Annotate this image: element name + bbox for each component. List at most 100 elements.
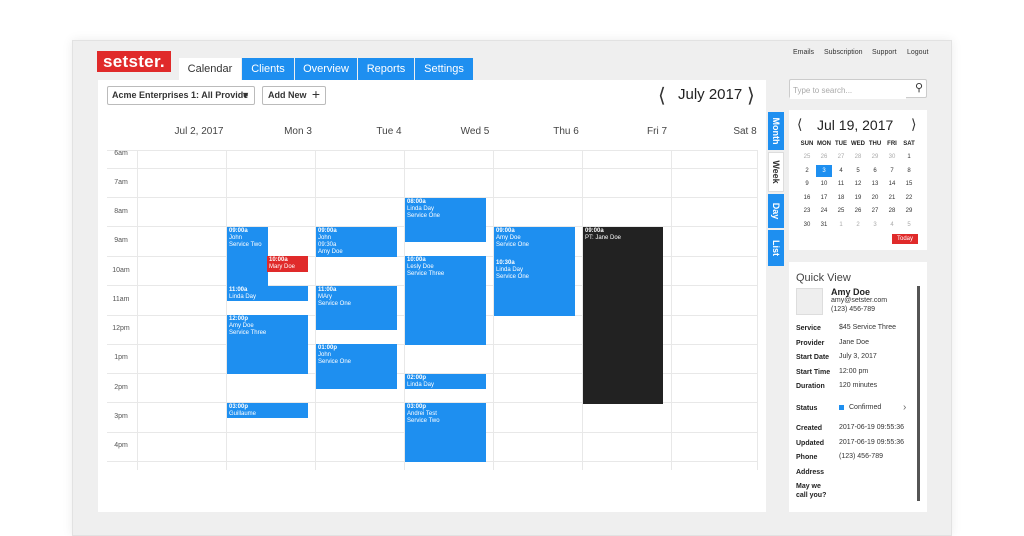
appointment-client: Linda Day <box>229 294 257 300</box>
mini-cal-day[interactable]: 3 <box>867 219 883 231</box>
appointment-service: Service One <box>318 301 352 307</box>
appointment-client: John <box>318 352 332 358</box>
subscription-link[interactable]: Subscription <box>824 49 863 56</box>
appointment-block[interactable]: 03:00p Guillaume <box>227 403 308 418</box>
mini-cal-day[interactable]: 24 <box>816 205 832 217</box>
provider-select[interactable]: Acme Enterprises 1: All Provide ▼ <box>107 86 255 105</box>
appointment-block[interactable]: 10:00a Lesly Doe Service Three <box>405 256 486 345</box>
field-value-status: Confirmed <box>849 404 882 411</box>
mini-cal-day[interactable]: 16 <box>799 192 815 204</box>
appointment-block[interactable]: 09:00a PT: Jane Doe <box>583 227 663 404</box>
tab-reports[interactable]: Reports <box>358 58 414 80</box>
hour-label: 10am <box>112 267 130 274</box>
mini-cal-weekday: THU <box>868 141 882 147</box>
mini-cal-day[interactable]: 25 <box>799 151 815 163</box>
mini-cal-day[interactable]: 1 <box>901 151 917 163</box>
appointment-time: 11:00a <box>229 287 248 293</box>
mini-cal-day[interactable]: 5 <box>850 165 866 177</box>
mini-cal-day[interactable]: 10 <box>816 178 832 190</box>
tab-settings[interactable]: Settings <box>415 58 473 80</box>
mini-cal-day[interactable]: 4 <box>833 165 849 177</box>
field-label-status: Status <box>796 405 818 412</box>
mini-cal-day[interactable]: 8 <box>901 165 917 177</box>
mini-cal-day[interactable]: 22 <box>901 192 917 204</box>
tab-calendar[interactable]: Calendar <box>179 58 241 80</box>
mini-cal-day[interactable]: 2 <box>799 165 815 177</box>
mini-cal-title: Jul 19, 2017 <box>817 117 894 133</box>
mini-cal-day[interactable]: 4 <box>884 219 900 231</box>
mini-cal-day[interactable]: 13 <box>867 178 883 190</box>
view-tab-month-label: Month <box>771 117 781 145</box>
support-link[interactable]: Support <box>872 49 897 56</box>
hour-label: 8am <box>114 208 128 215</box>
emails-link[interactable]: Emails <box>793 49 814 56</box>
mini-cal-day[interactable]: 12 <box>850 178 866 190</box>
mini-cal-day[interactable]: 30 <box>799 219 815 231</box>
mini-cal-day[interactable]: 6 <box>867 165 883 177</box>
view-tab-month[interactable]: Month <box>768 112 784 150</box>
mini-cal-day[interactable]: 19 <box>850 192 866 204</box>
mini-cal-day[interactable]: 28 <box>850 151 866 163</box>
logout-link[interactable]: Logout <box>907 49 928 56</box>
appointment-block[interactable]: 10:00a Mary Doe <box>267 256 308 272</box>
mini-cal-day[interactable]: 14 <box>884 178 900 190</box>
day-header-tue: Tue 4 <box>376 126 402 137</box>
mini-cal-day[interactable]: 28 <box>884 205 900 217</box>
next-week-icon[interactable]: ⟩ <box>747 83 755 108</box>
appointment-block[interactable]: 11:00a MAry Service One <box>316 286 397 330</box>
add-new-button[interactable]: Add New + <box>262 86 326 105</box>
mini-cal-day[interactable]: 31 <box>816 219 832 231</box>
appointment-block[interactable]: 11:00a Linda Day <box>227 286 308 301</box>
tab-overview[interactable]: Overview <box>295 58 357 80</box>
add-new-label: Add New <box>268 90 307 100</box>
mini-cal-day[interactable]: 5 <box>901 219 917 231</box>
appointment-client: Mary Doe <box>269 264 296 270</box>
mini-cal-day[interactable]: 9 <box>799 178 815 190</box>
mini-cal-day[interactable]: 29 <box>867 151 883 163</box>
mini-cal-day[interactable]: 27 <box>867 205 883 217</box>
mini-cal-day[interactable]: 26 <box>816 151 832 163</box>
mini-cal-day[interactable]: 7 <box>884 165 900 177</box>
view-tab-day[interactable]: Day <box>768 194 784 228</box>
mini-cal-day[interactable]: 30 <box>884 151 900 163</box>
appointment-service: Service One <box>318 359 352 365</box>
status-select[interactable]: Confirmed <box>839 404 881 411</box>
appointment-block[interactable]: 09:00a John 09:30a Amy Doe <box>316 227 397 257</box>
mini-cal-day[interactable]: 18 <box>833 192 849 204</box>
mini-cal-day[interactable]: 1 <box>833 219 849 231</box>
mini-cal-day[interactable]: 29 <box>901 205 917 217</box>
mini-cal-day[interactable]: 23 <box>799 205 815 217</box>
appointment-service: Service Two <box>407 418 440 424</box>
prev-week-icon[interactable]: ⟨ <box>658 83 666 108</box>
today-button[interactable]: Today <box>892 234 918 244</box>
appointment-block[interactable]: 08:00a Linda Day Service One <box>405 198 486 242</box>
appointment-block[interactable]: 12:00p Amy Doe Service Three <box>227 315 308 374</box>
mini-cal-day[interactable]: 20 <box>867 192 883 204</box>
search-input[interactable] <box>790 82 906 99</box>
mini-cal-day[interactable]: 25 <box>833 205 849 217</box>
chevron-right-icon[interactable]: › <box>903 402 906 413</box>
search-icon[interactable]: ⚲ <box>915 81 923 94</box>
tab-clients[interactable]: Clients <box>242 58 294 80</box>
appointment-block[interactable]: 03:00p Andrei Test Service Two <box>405 403 486 462</box>
field-value-start-date: July 3, 2017 <box>839 353 877 360</box>
mini-cal-day[interactable]: 3 <box>816 164 832 177</box>
grid-line <box>671 150 672 470</box>
mini-cal-day[interactable]: 17 <box>816 192 832 204</box>
view-tab-list[interactable]: List <box>768 230 784 266</box>
appointment-block[interactable]: 02:00p Linda Day <box>405 374 486 389</box>
grid-line <box>137 150 138 470</box>
mini-cal-day[interactable]: 26 <box>850 205 866 217</box>
quick-view-scrollbar[interactable] <box>917 286 920 501</box>
mini-cal-day[interactable]: 21 <box>884 192 900 204</box>
mini-cal-next-icon[interactable]: ⟩ <box>911 116 916 133</box>
mini-cal-day[interactable]: 2 <box>850 219 866 231</box>
appointment-block[interactable]: 01:00p John Service One <box>316 344 397 389</box>
appointment-block[interactable]: 09:00a Amy Doe Service One 10:30a Linda … <box>494 227 575 316</box>
mini-cal-day[interactable]: 15 <box>901 178 917 190</box>
mini-cal-day[interactable]: 11 <box>833 178 849 190</box>
mini-cal-day[interactable]: 27 <box>833 151 849 163</box>
view-tab-week[interactable]: Week <box>768 152 784 192</box>
mini-cal-prev-icon[interactable]: ⟨ <box>797 116 802 133</box>
appointment-client: Amy Doe <box>229 323 254 329</box>
